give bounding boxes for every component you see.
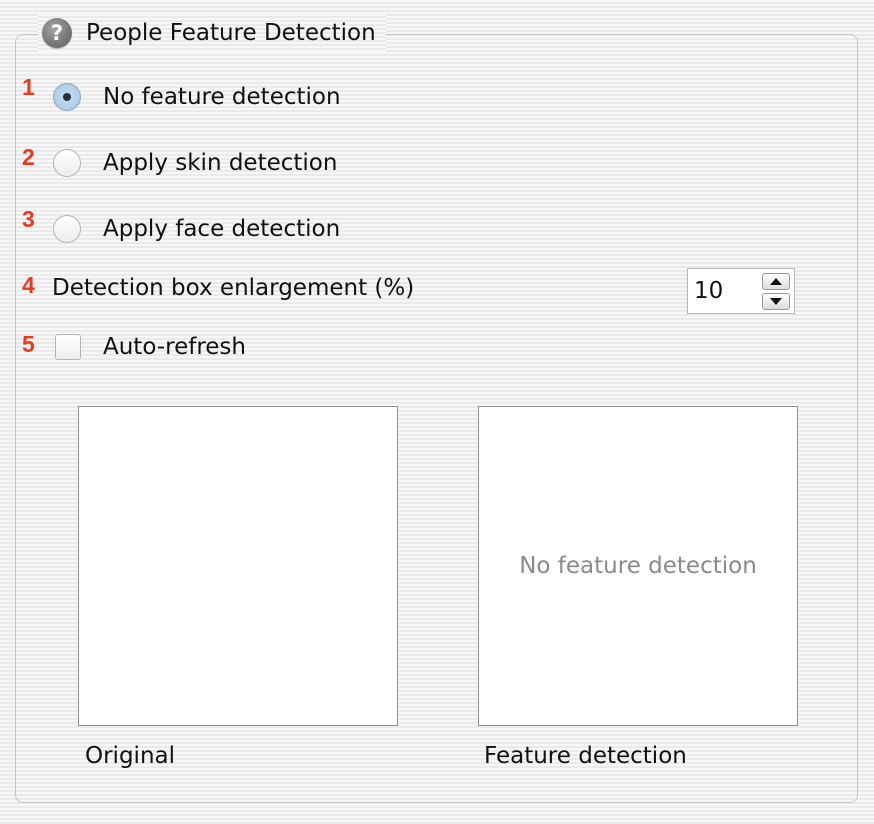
radio-button[interactable]	[53, 215, 81, 243]
auto-refresh-label: Auto-refresh	[103, 334, 246, 360]
original-preview	[78, 406, 398, 726]
radio-apply-face-detection[interactable]: Apply face detection	[53, 215, 340, 243]
auto-refresh-option[interactable]: Auto-refresh	[55, 334, 246, 360]
group-legend: ? People Feature Detection	[38, 14, 386, 52]
enlargement-label: Detection box enlargement (%)	[52, 275, 415, 301]
radio-dot	[63, 93, 71, 101]
radio-label-skin: Apply skin detection	[103, 150, 338, 176]
feature-detection-caption: Feature detection	[484, 743, 687, 769]
feature-detection-preview: No feature detection	[478, 406, 798, 726]
increment-button[interactable]	[762, 273, 790, 290]
radio-apply-skin-detection[interactable]: Apply skin detection	[53, 149, 337, 177]
radio-label-no-feature: No feature detection	[103, 84, 341, 110]
marker-4: 4	[22, 272, 35, 298]
enlargement-value[interactable]: 10	[694, 278, 723, 304]
arrow-up-icon	[770, 278, 782, 285]
marker-2: 2	[22, 144, 35, 170]
radio-label-face: Apply face detection	[103, 216, 341, 242]
arrow-down-icon	[770, 298, 782, 305]
original-caption: Original	[85, 743, 176, 769]
marker-5: 5	[22, 331, 35, 357]
feature-preview-placeholder: No feature detection	[519, 553, 757, 579]
marker-1: 1	[22, 74, 35, 100]
help-icon[interactable]: ?	[42, 18, 72, 48]
radio-button[interactable]	[53, 149, 81, 177]
group-title: People Feature Detection	[86, 20, 376, 46]
auto-refresh-checkbox[interactable]	[55, 334, 81, 360]
enlargement-spinbox[interactable]: 10	[687, 268, 795, 314]
radio-button-checked[interactable]	[53, 83, 81, 111]
marker-3: 3	[22, 206, 35, 232]
radio-no-feature-detection[interactable]: No feature detection	[53, 83, 341, 111]
decrement-button[interactable]	[762, 293, 790, 310]
